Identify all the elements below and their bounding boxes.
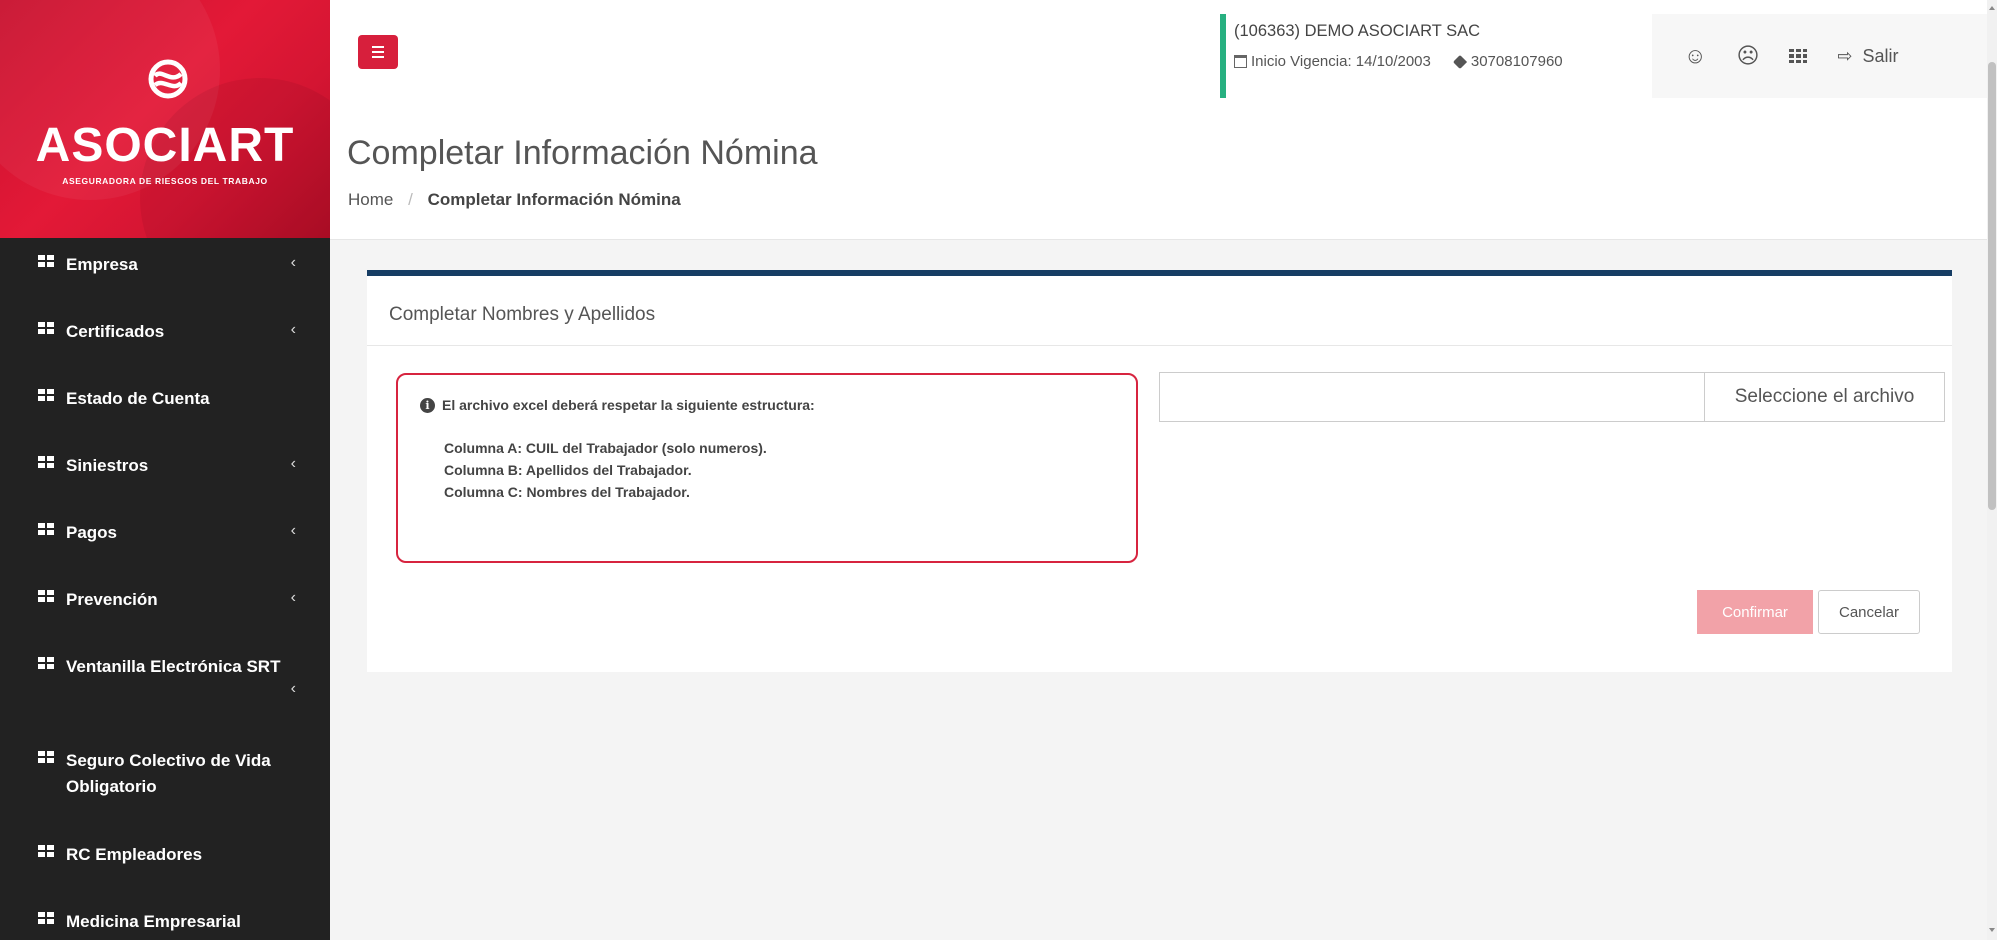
hamburger-icon bbox=[372, 46, 384, 48]
scroll-down-arrow-icon[interactable] bbox=[1989, 928, 1995, 932]
asociart-logo-icon bbox=[148, 59, 188, 99]
apps-grid-shape bbox=[1789, 49, 1808, 63]
sidebar-item-label: Empresa bbox=[66, 255, 138, 274]
company-info: (106363) DEMO ASOCIART SAC Inicio Vigenc… bbox=[1220, 14, 1652, 98]
chevron-left-icon: ‹ bbox=[290, 589, 296, 606]
info-circle-icon: i bbox=[420, 397, 435, 413]
grid-icon bbox=[38, 389, 54, 401]
grid-icon bbox=[38, 456, 54, 468]
logout-button[interactable]: ⇨ Salir bbox=[1837, 46, 1898, 67]
brand-header[interactable]: ASOCIART ASEGURADORA DE RIESGOS DEL TRAB… bbox=[0, 0, 330, 238]
grid-icon bbox=[38, 590, 54, 602]
breadcrumb-current: Completar Información Nómina bbox=[427, 190, 681, 209]
hamburger-icon-bar bbox=[372, 56, 384, 58]
info-title-row: i El archivo excel deberá respetar la si… bbox=[420, 397, 1114, 413]
vigencia-date: Inicio Vigencia: 14/10/2003 bbox=[1251, 53, 1431, 70]
sidebar-item-certificados[interactable]: Certificados ‹ bbox=[0, 305, 330, 372]
sidebar-item-pagos[interactable]: Pagos ‹ bbox=[0, 506, 330, 573]
company-name: (106363) DEMO ASOCIART SAC bbox=[1234, 22, 1481, 40]
chevron-left-icon: ‹ bbox=[290, 321, 296, 338]
sidebar-item-label: Certificados bbox=[66, 322, 165, 341]
file-selector: Seleccione el archivo bbox=[1159, 372, 1945, 422]
page-title: Completar Información Nómina bbox=[347, 134, 818, 172]
topbar: (106363) DEMO ASOCIART SAC Inicio Vigenc… bbox=[330, 0, 1997, 104]
sidebar-item-label: Prevención bbox=[66, 590, 158, 609]
breadcrumb: Home / Completar Información Nómina bbox=[348, 190, 681, 210]
panel-title: Completar Nombres y Apellidos bbox=[367, 276, 1952, 346]
grid-icon bbox=[38, 912, 54, 924]
file-path-input[interactable] bbox=[1160, 373, 1704, 421]
menu-toggle-button[interactable] bbox=[358, 35, 398, 69]
sidebar-item-empresa[interactable]: Empresa ‹ bbox=[0, 238, 330, 305]
breadcrumb-separator: / bbox=[408, 190, 413, 209]
sidebar-item-ventanilla-electronica[interactable]: Ventanilla Electrónica SRT ‹ bbox=[0, 640, 330, 734]
chevron-left-icon: ‹ bbox=[290, 254, 296, 271]
brand-name: ASOCIART bbox=[35, 119, 295, 172]
apps-grid-icon[interactable] bbox=[1789, 49, 1808, 63]
sidebar-item-label: RC Empleadores bbox=[66, 845, 203, 864]
chevron-left-icon: ‹ bbox=[290, 680, 296, 697]
info-line-column-b: Columna B: Apellidos del Trabajador. bbox=[444, 462, 692, 478]
brand-subtitle: ASEGURADORA DE RIESGOS DEL TRABAJO bbox=[62, 176, 268, 186]
sidebar-item-label: Siniestros bbox=[66, 456, 149, 475]
sidebar-item-estado-de-cuenta[interactable]: Estado de Cuenta bbox=[0, 372, 330, 439]
sidebar-item-label: Ventanilla Electrónica SRT bbox=[66, 657, 281, 676]
sidebar-item-prevencion[interactable]: Prevención ‹ bbox=[0, 573, 330, 640]
nomina-panel: Completar Nombres y Apellidos i El archi… bbox=[367, 270, 1952, 672]
sidebar-item-label: Medicina Empresarial bbox=[66, 912, 241, 931]
happy-face-icon[interactable]: ☺ bbox=[1684, 43, 1706, 69]
select-file-button[interactable]: Seleccione el archivo bbox=[1704, 373, 1944, 421]
sidebar-menu: Empresa ‹ Certificados ‹ Estado de Cuent… bbox=[0, 238, 330, 940]
grid-icon bbox=[38, 657, 54, 669]
info-title: El archivo excel deberá respetar la sigu… bbox=[442, 397, 815, 413]
chevron-left-icon: ‹ bbox=[290, 455, 296, 472]
breadcrumb-home-link[interactable]: Home bbox=[348, 190, 393, 209]
grid-icon bbox=[38, 751, 54, 763]
logout-label: Salir bbox=[1862, 45, 1899, 66]
page-header: Completar Información Nómina Home / Comp… bbox=[330, 104, 1987, 240]
sidebar-item-siniestros[interactable]: Siniestros ‹ bbox=[0, 439, 330, 506]
top-actions: ☺ ☹ ⇨ Salir bbox=[1652, 14, 1997, 98]
scroll-up-arrow-icon[interactable] bbox=[1989, 6, 1995, 10]
confirm-button[interactable]: Confirmar bbox=[1697, 590, 1813, 634]
grid-icon bbox=[38, 255, 54, 267]
chevron-left-icon: ‹ bbox=[290, 522, 296, 539]
info-lines: Columna A: CUIL del Trabajador (solo num… bbox=[444, 437, 1114, 503]
grid-icon bbox=[38, 322, 54, 334]
grid-icon bbox=[38, 845, 54, 857]
company-meta: Inicio Vigencia: 14/10/2003 30708107960 bbox=[1234, 53, 1652, 70]
sidebar-item-label: Seguro Colectivo de Vida Obligatorio bbox=[66, 751, 271, 796]
info-line-column-c: Columna C: Nombres del Trabajador. bbox=[444, 484, 690, 500]
sidebar-item-label: Pagos bbox=[66, 523, 118, 542]
sidebar-item-label: Estado de Cuenta bbox=[66, 389, 210, 408]
sad-face-icon[interactable]: ☹ bbox=[1736, 43, 1759, 69]
page-scrollbar[interactable] bbox=[1987, 0, 1997, 940]
calendar-icon bbox=[1234, 55, 1247, 68]
tag-icon bbox=[1452, 54, 1467, 69]
sidebar-item-medicina-empresarial[interactable]: Medicina Empresarial bbox=[0, 895, 330, 940]
scrollbar-thumb[interactable] bbox=[1988, 62, 1996, 510]
sidebar-item-seguro-colectivo[interactable]: Seguro Colectivo de Vida Obligatorio bbox=[0, 734, 330, 828]
cuit-number: 30708107960 bbox=[1470, 53, 1563, 70]
sign-out-icon: ⇨ bbox=[1837, 45, 1853, 66]
sidebar-item-rc-empleadores[interactable]: RC Empleadores bbox=[0, 828, 330, 895]
sidebar: ASOCIART ASEGURADORA DE RIESGOS DEL TRAB… bbox=[0, 0, 330, 940]
grid-icon bbox=[38, 523, 54, 535]
info-box: i El archivo excel deberá respetar la si… bbox=[396, 373, 1138, 563]
info-line-column-a: Columna A: CUIL del Trabajador (solo num… bbox=[444, 440, 767, 456]
hamburger-icon-bar bbox=[372, 51, 384, 53]
cancel-button[interactable]: Cancelar bbox=[1818, 590, 1920, 634]
